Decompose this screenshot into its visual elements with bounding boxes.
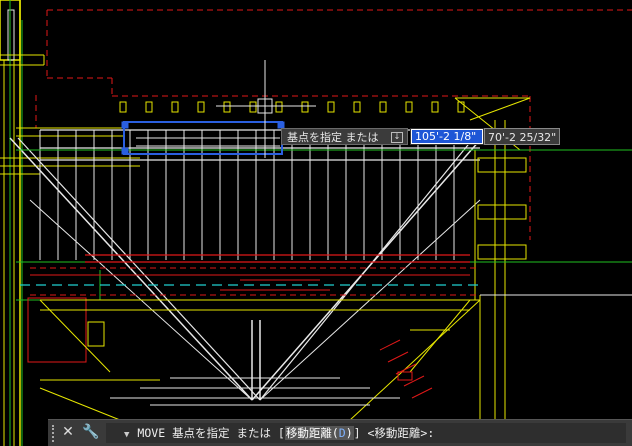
wrench-icon[interactable]: 🔧	[82, 422, 99, 442]
drawing-canvas[interactable]	[0, 0, 632, 446]
dynamic-input-prompt: 基点を指定 または ↓	[281, 128, 408, 145]
close-icon[interactable]: ✕	[61, 422, 75, 442]
x-value[interactable]: 105'-2 1/8"	[412, 130, 482, 143]
dynamic-input-x-field[interactable]: 105'-2 1/8"	[410, 128, 484, 145]
caret-down-icon[interactable]: ▼	[124, 425, 129, 445]
command-name: MOVE	[137, 426, 166, 440]
command-prompt: 基点を指定 または [	[172, 426, 285, 440]
y-value: 70'-2 25/32"	[488, 131, 557, 144]
drag-handle[interactable]	[52, 425, 59, 442]
command-prompt-end: ] <移動距離>:	[353, 426, 435, 440]
command-line-bar: ✕ 🔧 ▼ MOVE 基点を指定 または [移動距離(D)] <移動距離>:	[48, 419, 632, 446]
dynamic-input-y-field[interactable]: 70'-2 25/32"	[484, 128, 560, 145]
chevron-down-icon[interactable]: ↓	[391, 132, 403, 143]
prompt-text: 基点を指定 または	[287, 131, 379, 144]
command-input[interactable]: ▼ MOVE 基点を指定 または [移動距離(D)] <移動距離>:	[106, 423, 626, 443]
option-distance[interactable]: 移動距離(D)	[284, 426, 354, 440]
